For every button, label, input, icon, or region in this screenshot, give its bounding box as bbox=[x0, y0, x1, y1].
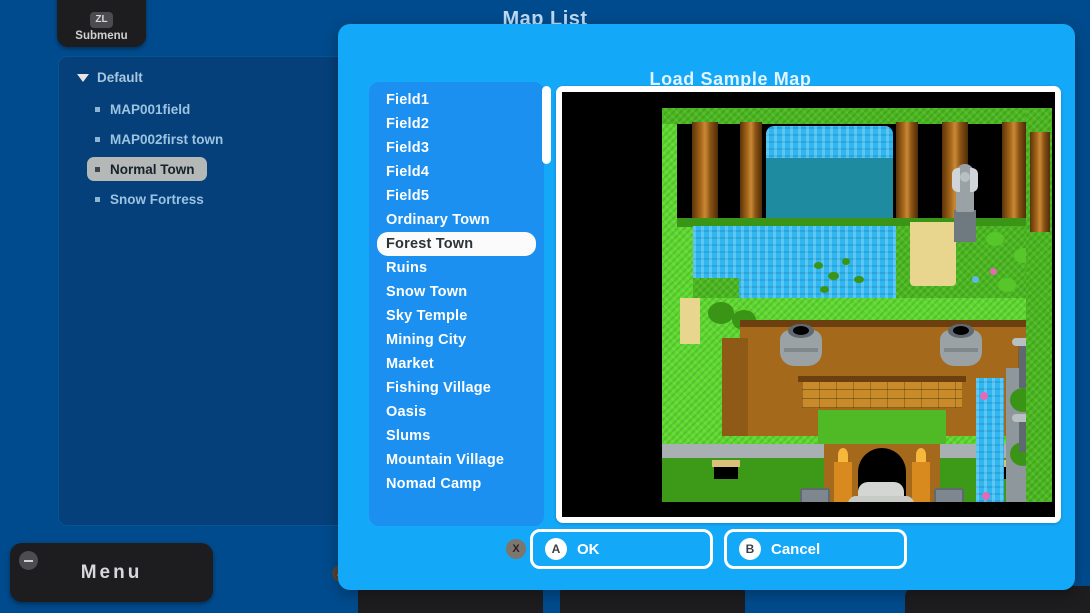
triangle-down-icon[interactable] bbox=[77, 73, 89, 82]
list-item[interactable]: Ordinary Town bbox=[377, 208, 536, 232]
tree-item-label: Snow Fortress bbox=[110, 191, 204, 207]
sample-map-list[interactable]: Field1 Field2 Field3 Field4 Field5 Ordin… bbox=[369, 82, 544, 526]
load-sample-map-dialog: Load Sample Map Field1 Field2 Field3 Fie… bbox=[338, 24, 1075, 590]
zl-button-icon: ZL bbox=[90, 12, 113, 28]
tree-item-label: MAP002first town bbox=[110, 131, 224, 147]
tree-item-snow-fortress[interactable]: Snow Fortress bbox=[87, 187, 216, 211]
map-tree-panel: Default MAP001field MAP002first town Nor… bbox=[58, 56, 346, 526]
tree-root-default[interactable]: Default bbox=[73, 67, 345, 88]
tree-item-map001[interactable]: MAP001field bbox=[87, 97, 202, 121]
list-item[interactable]: Mountain Village bbox=[377, 448, 536, 472]
cancel-button-label: Cancel bbox=[771, 540, 821, 558]
list-item[interactable]: Field5 bbox=[377, 184, 536, 208]
dialog-button-row: X A OK B Cancel bbox=[338, 529, 1075, 575]
list-item[interactable]: Ruins bbox=[377, 256, 536, 280]
ok-button-label: OK bbox=[577, 540, 600, 558]
b-button-icon: B bbox=[739, 538, 761, 560]
tree-root-label: Default bbox=[97, 70, 143, 85]
app-root: Map List ZL Submenu Default MAP001field … bbox=[0, 0, 1090, 613]
list-item-selected[interactable]: Forest Town bbox=[377, 232, 536, 256]
menu-button-label: Menu bbox=[80, 561, 143, 583]
submenu-button-label: Submenu bbox=[75, 30, 128, 42]
list-item[interactable]: Nomad Camp bbox=[377, 472, 536, 496]
bullet-icon bbox=[95, 106, 100, 112]
tree-item-label: Normal Town bbox=[110, 161, 195, 177]
tree-children: MAP001field MAP002first town Normal Town… bbox=[59, 97, 345, 211]
bottom-hidden-button-3[interactable] bbox=[905, 586, 1090, 613]
ok-button[interactable]: A OK bbox=[530, 529, 713, 569]
bullet-icon bbox=[95, 166, 100, 172]
map-preview-frame bbox=[556, 86, 1061, 523]
list-item[interactable]: Fishing Village bbox=[377, 376, 536, 400]
a-button-icon: A bbox=[545, 538, 567, 560]
list-item[interactable]: Field1 bbox=[377, 88, 536, 112]
tree-item-map002[interactable]: MAP002first town bbox=[87, 127, 235, 151]
tree-item-label: MAP001field bbox=[110, 101, 191, 117]
list-item[interactable]: Market bbox=[377, 352, 536, 376]
tree-item-normal-town[interactable]: Normal Town bbox=[87, 157, 207, 181]
list-item[interactable]: Field2 bbox=[377, 112, 536, 136]
list-item[interactable]: Sky Temple bbox=[377, 304, 536, 328]
x-button-icon[interactable]: X bbox=[506, 539, 526, 559]
list-item[interactable]: Field4 bbox=[377, 160, 536, 184]
bullet-icon bbox=[95, 136, 100, 142]
menu-button[interactable]: Menu bbox=[10, 543, 213, 602]
list-item[interactable]: Snow Town bbox=[377, 280, 536, 304]
sample-map-list-items: Field1 Field2 Field3 Field4 Field5 Ordin… bbox=[369, 82, 544, 496]
list-item[interactable]: Slums bbox=[377, 424, 536, 448]
cancel-button[interactable]: B Cancel bbox=[724, 529, 907, 569]
submenu-button[interactable]: ZL Submenu bbox=[57, 0, 146, 47]
map-preview-image bbox=[562, 92, 1055, 517]
list-item[interactable]: Field3 bbox=[377, 136, 536, 160]
minus-icon bbox=[19, 551, 38, 570]
list-item[interactable]: Mining City bbox=[377, 328, 536, 352]
bullet-icon bbox=[95, 196, 100, 202]
list-item[interactable]: Oasis bbox=[377, 400, 536, 424]
list-scrollbar-thumb[interactable] bbox=[542, 86, 551, 164]
